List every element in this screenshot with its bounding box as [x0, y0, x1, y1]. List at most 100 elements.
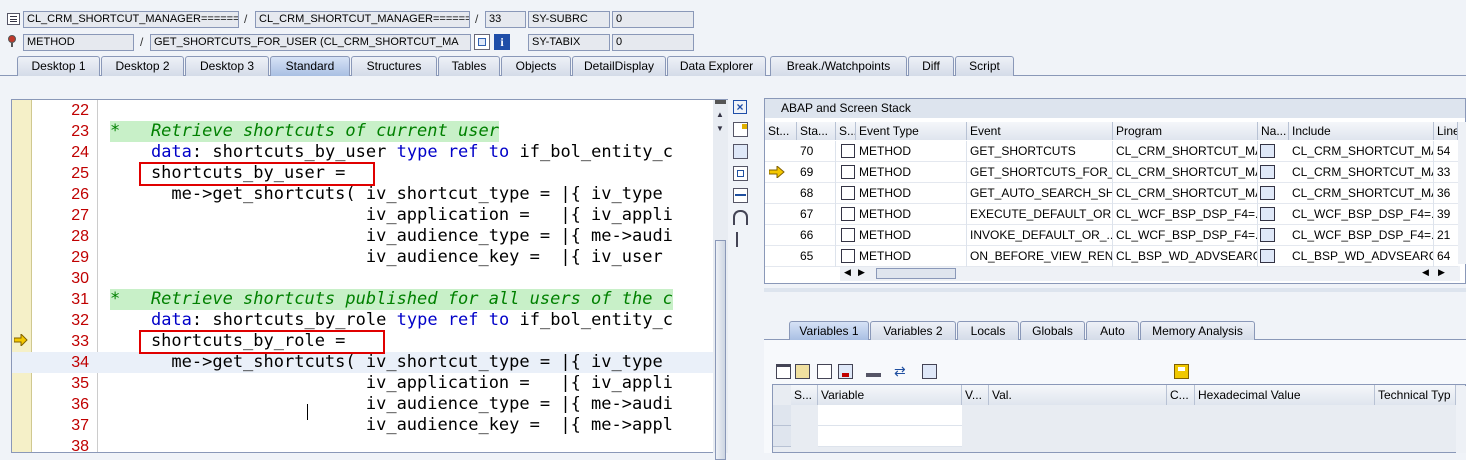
- tab-break-watchpoints[interactable]: Break./Watchpoints: [770, 56, 907, 76]
- var-row-selector-2[interactable]: [773, 426, 791, 447]
- stack-column-header[interactable]: Event: [967, 122, 1113, 140]
- code-line-text[interactable]: iv_application = |{ iv_appli: [110, 205, 673, 226]
- tab-structures[interactable]: Structures: [351, 56, 437, 76]
- line-number: 32: [71, 312, 89, 329]
- code-line-text[interactable]: data: shortcuts_by_user type ref to if_b…: [110, 142, 673, 163]
- info-icon[interactable]: i: [494, 34, 510, 50]
- stack-event[interactable]: ON_BEFORE_VIEW_REN...: [967, 246, 1113, 267]
- tab-auto[interactable]: Auto: [1086, 321, 1139, 340]
- tab-desktop-1[interactable]: Desktop 1: [17, 56, 100, 76]
- new-tool-icon[interactable]: [733, 122, 748, 137]
- stack-column-header[interactable]: St...: [765, 122, 797, 140]
- line-number: 33: [71, 333, 89, 350]
- variables-column-header[interactable]: V...: [962, 385, 989, 405]
- var-row-selector-1[interactable]: [773, 405, 791, 426]
- navigate-source-icon[interactable]: [1260, 165, 1275, 179]
- stack-row[interactable]: 70 METHOD GET_SHORTCUTS CL_CRM_SHORTCUT_MA.…: [765, 141, 1458, 162]
- var-row-input-2[interactable]: [818, 426, 962, 447]
- variables-column-header[interactable]: C...: [1167, 385, 1195, 405]
- tab-detaildisplay[interactable]: DetailDisplay: [572, 56, 666, 76]
- navigate-back-icon[interactable]: ⇄: [894, 364, 909, 379]
- stack-column-header[interactable]: Event Type: [856, 122, 967, 140]
- save-icon[interactable]: [1174, 364, 1189, 379]
- stack-row[interactable]: 69 METHOD GET_SHORTCUTS_FOR_... CL_CRM_SHOR…: [765, 162, 1458, 183]
- resize-tool-icon[interactable]: [733, 188, 748, 203]
- stack-event[interactable]: GET_SHORTCUTS_FOR_...: [967, 162, 1113, 183]
- stack-event[interactable]: GET_AUTO_SEARCH_SH...: [967, 183, 1113, 204]
- tab-variables-1[interactable]: Variables 1: [789, 321, 869, 340]
- stack-panel-title: ABAP and Screen Stack: [765, 99, 1465, 118]
- stack-column-header[interactable]: Include: [1289, 122, 1434, 140]
- code-line-text[interactable]: * Retrieve shortcuts of current user: [110, 121, 499, 142]
- navigate-icon[interactable]: [474, 34, 490, 50]
- delete-icon[interactable]: [776, 364, 791, 379]
- splitter[interactable]: [764, 288, 1466, 292]
- tab-memory-analysis[interactable]: Memory Analysis: [1140, 321, 1255, 340]
- stack-row[interactable]: 65 METHOD ON_BEFORE_VIEW_REN... CL_BSP_WD_A…: [765, 246, 1458, 267]
- var-vscroll[interactable]: [1456, 386, 1466, 453]
- copy-icon[interactable]: [795, 364, 810, 379]
- save-list-icon[interactable]: [838, 364, 853, 379]
- variables-column-header[interactable]: Technical Typ: [1375, 385, 1456, 405]
- navigate-source-icon[interactable]: [1260, 207, 1275, 221]
- navigate-source-icon[interactable]: [1260, 249, 1275, 263]
- stack-event[interactable]: GET_SHORTCUTS: [967, 141, 1113, 162]
- tab-desktop-2[interactable]: Desktop 2: [101, 56, 184, 76]
- stack-column-header[interactable]: S...: [836, 122, 856, 140]
- code-line-text[interactable]: iv_application = |{ iv_appli: [110, 373, 673, 394]
- variables-column-header[interactable]: Hexadecimal Value: [1195, 385, 1375, 405]
- stack-row[interactable]: 67 METHOD EXECUTE_DEFAULT_OR... CL_WCF_BSP_…: [765, 204, 1458, 225]
- code-line-text[interactable]: iv_audience_type = |{ me->audi: [110, 226, 673, 247]
- variables-column-header[interactable]: Val.: [989, 385, 1167, 405]
- stack-column-header[interactable]: Sta...: [797, 122, 836, 140]
- tab-globals[interactable]: Globals: [1020, 321, 1085, 340]
- headset-tool-icon[interactable]: [733, 210, 748, 225]
- tab-locals[interactable]: Locals: [957, 321, 1019, 340]
- variables-column-header[interactable]: Variable: [818, 385, 962, 405]
- stack-line: 36: [1437, 186, 1451, 200]
- code-line-text[interactable]: data: shortcuts_by_role type ref to if_b…: [110, 310, 673, 331]
- stack-row[interactable]: 66 METHOD INVOKE_DEFAULT_OR_... CL_WCF_BSP_…: [765, 225, 1458, 246]
- stack-event[interactable]: INVOKE_DEFAULT_OR_...: [967, 225, 1113, 246]
- code-line-text[interactable]: me->get_shortcuts( iv_shortcut_type = |{…: [110, 184, 662, 205]
- navigate-source-icon[interactable]: [1260, 144, 1275, 158]
- code-line-text[interactable]: me->get_shortcuts( iv_shortcut_type = |{…: [110, 352, 662, 373]
- stack-column-header[interactable]: Na...: [1258, 122, 1289, 140]
- separator: /: [140, 35, 144, 49]
- navigate-source-icon[interactable]: [1260, 228, 1275, 242]
- tab-standard[interactable]: Standard: [270, 56, 350, 76]
- tab-script[interactable]: Script: [955, 56, 1014, 76]
- close-icon[interactable]: ×: [733, 100, 747, 114]
- code-editor[interactable]: 22 23 * Retrieve shortcuts of current user…: [11, 99, 728, 453]
- stack-line: 21: [1437, 228, 1451, 242]
- paste-icon[interactable]: [817, 364, 832, 379]
- stack-event[interactable]: EXECUTE_DEFAULT_OR...: [967, 204, 1113, 225]
- code-line-text[interactable]: iv_audience_key = |{ me->appl: [110, 415, 673, 436]
- navigate-source-icon[interactable]: [1260, 186, 1275, 200]
- tab-desktop-3[interactable]: Desktop 3: [185, 56, 269, 76]
- tree-icon[interactable]: [866, 364, 881, 379]
- stack-hscroll[interactable]: ◀ ▶ ◀ ▶: [840, 266, 1460, 281]
- stack-vscroll[interactable]: [1458, 122, 1466, 264]
- stack-include: CL_WCF_BSP_DSP_F4=...: [1289, 204, 1434, 225]
- editor-scrollbar[interactable]: ▲ ▼: [713, 100, 728, 460]
- stack-column-header[interactable]: Program: [1113, 122, 1258, 140]
- var-row-input-1[interactable]: [818, 405, 962, 426]
- select-icon[interactable]: [922, 364, 937, 379]
- code-line-text[interactable]: * Retrieve shortcuts published for all u…: [110, 289, 673, 310]
- code-line-text[interactable]: iv_audience_key = |{ iv_user: [110, 247, 663, 268]
- tab-tables[interactable]: Tables: [438, 56, 500, 76]
- swap-tool-icon[interactable]: [733, 144, 748, 159]
- stack-row[interactable]: 68 METHOD GET_AUTO_SEARCH_SH... CL_CRM_SHOR…: [765, 183, 1458, 204]
- line-number: 28: [71, 228, 89, 245]
- tab-variables-2[interactable]: Variables 2: [870, 321, 956, 340]
- source-icon: [841, 228, 855, 242]
- tab-data-explorer[interactable]: Data Explorer: [667, 56, 766, 76]
- code-line-text[interactable]: iv_audience_type = |{ me->audi: [110, 394, 673, 415]
- tab-objects[interactable]: Objects: [501, 56, 571, 76]
- tab-diff[interactable]: Diff: [908, 56, 954, 76]
- stack-column-header[interactable]: Line: [1434, 122, 1458, 140]
- maximize-tool-icon[interactable]: [733, 166, 748, 181]
- structure-tool-icon[interactable]: [733, 232, 748, 247]
- variables-column-header[interactable]: S...: [791, 385, 818, 405]
